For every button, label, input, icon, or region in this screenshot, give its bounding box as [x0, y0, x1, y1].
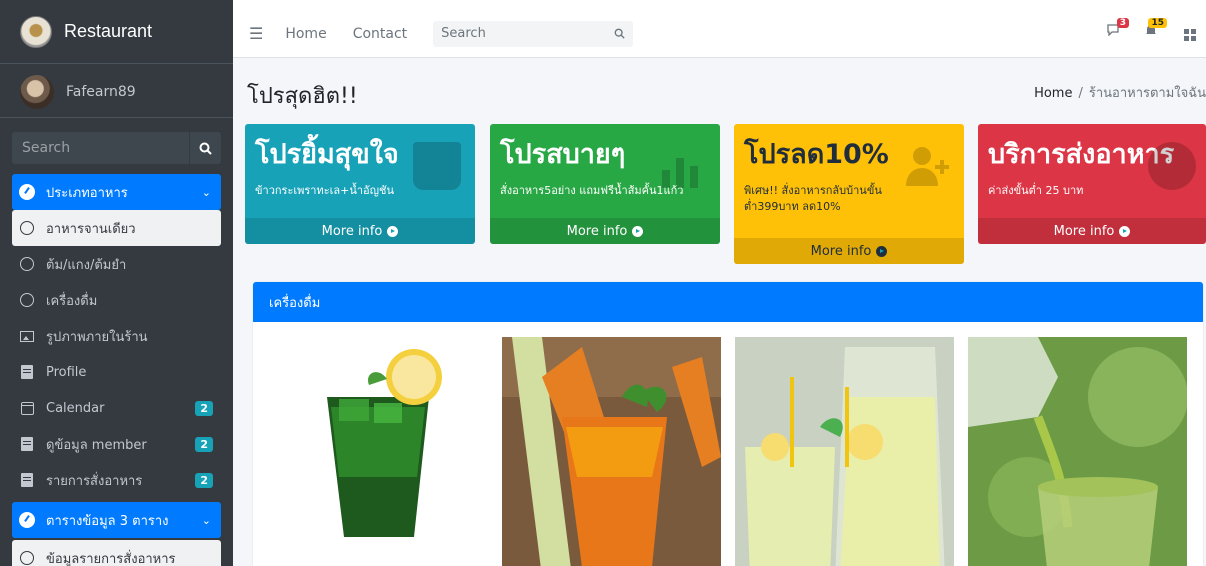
- circle-icon: [20, 257, 34, 271]
- tachometer-icon: [19, 184, 35, 200]
- more-info-link[interactable]: More info: [978, 218, 1206, 244]
- sidebar-item-data-tables[interactable]: ตารางข้อมูล 3 ตาราง ⌄: [12, 502, 221, 538]
- more-info-link[interactable]: More info: [734, 238, 964, 264]
- promo-box-smile: โปรยิ้มสุขใจ ข้าวกระเพราทะเล+น้ำอัญชัน M…: [245, 124, 475, 244]
- sidebar-item-label: รูปภาพภายในร้าน: [46, 329, 148, 345]
- sidebar-item-calendar[interactable]: Calendar 2: [12, 390, 221, 426]
- book-icon: [21, 437, 33, 451]
- calendar-icon: [20, 401, 34, 415]
- arrow-circle-right-icon: [876, 245, 888, 257]
- more-info-label: More info: [1053, 223, 1115, 239]
- promo-box-relax: โปรสบายๆ สั่งอาหาร5อย่าง แถมฟรีน้ำส้มคั้…: [490, 124, 720, 244]
- sidebar-item-label: เครื่องดื่ม: [46, 293, 98, 309]
- sidebar-search-input[interactable]: Search: [12, 132, 189, 164]
- tachometer-icon: [19, 512, 35, 528]
- brand-title: Restaurant: [64, 21, 153, 41]
- sidebar-item-label: ตารางข้อมูล 3 ตาราง: [46, 513, 169, 529]
- breadcrumb: Home / ร้านอาหารตามใจฉัน: [1034, 86, 1206, 101]
- sidebar-item-label: ข้อมูลรายการสั่งอาหาร: [46, 551, 176, 566]
- bar-chart-icon: [658, 142, 706, 190]
- drink-photo-green-juice[interactable]: [968, 337, 1187, 566]
- sidebar-item-order-data[interactable]: ข้อมูลรายการสั่งอาหาร: [12, 540, 221, 566]
- grid-apps-icon[interactable]: [1184, 22, 1196, 41]
- avatar: [20, 74, 54, 109]
- notifications-badge: 15: [1148, 17, 1167, 28]
- shopping-bag-icon: [413, 142, 461, 190]
- search-icon: [199, 142, 212, 155]
- nav-link-home[interactable]: Home: [285, 26, 326, 42]
- circle-icon: [20, 221, 34, 235]
- drink-photo-green-tea[interactable]: [269, 337, 488, 566]
- messages-badge: 3: [1116, 18, 1129, 28]
- sidebar-item-label: ประเภทอาหาร: [46, 185, 128, 201]
- sidebar-item-label: ดูข้อมูล member: [46, 437, 147, 453]
- badge: 2: [195, 472, 213, 488]
- more-info-label: More info: [566, 223, 628, 239]
- book-icon: [21, 365, 33, 379]
- brand-logo: [20, 15, 52, 48]
- sidebar-item-profile[interactable]: Profile: [12, 354, 221, 390]
- sidebar-search-button[interactable]: [189, 132, 221, 164]
- promo-box-discount: โปรลด10% พิเศษ!! สั่งอาหารกลับบ้านขั้นต่…: [734, 124, 964, 264]
- chevron-down-icon: ⌄: [201, 513, 211, 527]
- sidebar: Restaurant Fafearn89 Search ประเภทอาหาร …: [0, 0, 233, 566]
- drinks-gallery: [253, 322, 1203, 566]
- more-info-link[interactable]: More info: [490, 218, 720, 244]
- circle-icon: [20, 551, 34, 565]
- drink-photo-carrot-juice[interactable]: [502, 337, 721, 566]
- more-info-label: More info: [810, 243, 872, 259]
- sidebar-item-drinks[interactable]: เครื่องดื่ม: [12, 282, 221, 318]
- card-title: เครื่องดื่ม: [253, 282, 1203, 322]
- sidebar-item-label: รายการสั่งอาหาร: [46, 473, 143, 489]
- badge: 2: [195, 400, 213, 416]
- sidebar-item-food-types[interactable]: ประเภทอาหาร ⌄: [12, 174, 221, 210]
- navbar-search-placeholder: Search: [441, 26, 486, 41]
- sidebar-item-label: ต้ม/แกง/ต้มยำ: [46, 257, 127, 273]
- drinks-card: เครื่องดื่ม: [253, 282, 1203, 566]
- sidebar-search: Search: [12, 132, 221, 164]
- pie-chart-icon: [1148, 142, 1196, 190]
- search-icon[interactable]: [614, 28, 625, 39]
- image-icon: [20, 330, 34, 342]
- nav-link-contact[interactable]: Contact: [353, 26, 407, 42]
- sidebar-menu: ประเภทอาหาร ⌄ อาหารจานเดียว ต้ม/แกง/ต้มย…: [0, 174, 233, 566]
- sidebar-item-label: อาหารจานเดียว: [46, 221, 136, 237]
- promo-text: พิเศษ!! สั่งอาหารกลับบ้านขั้นต่ำ399บาท ล…: [744, 184, 882, 213]
- user-panel[interactable]: Fafearn89: [0, 66, 233, 118]
- top-navbar: ☰ Home Contact Search 3 15: [233, 0, 1206, 58]
- promo-box-delivery: บริการส่งอาหาร ค่าส่งขั้นต่ำ 25 บาท More…: [978, 124, 1206, 244]
- user-plus-icon: [902, 142, 950, 190]
- user-name[interactable]: Fafearn89: [66, 84, 136, 100]
- arrow-circle-right-icon: [1119, 225, 1131, 237]
- page-title: โปรสุดฮิต!!: [247, 84, 358, 109]
- sidebar-item-orders[interactable]: รายการสั่งอาหาร 2: [12, 462, 221, 498]
- breadcrumb-home[interactable]: Home: [1034, 86, 1072, 101]
- sidebar-item-gallery[interactable]: รูปภาพภายในร้าน: [12, 318, 221, 354]
- arrow-circle-right-icon: [387, 225, 399, 237]
- brand-link[interactable]: Restaurant: [0, 0, 233, 64]
- sidebar-item-members[interactable]: ดูข้อมูล member 2: [12, 426, 221, 462]
- arrow-circle-right-icon: [632, 225, 644, 237]
- sidebar-item-soups[interactable]: ต้ม/แกง/ต้มยำ: [12, 246, 221, 282]
- sidebar-item-single-dish[interactable]: อาหารจานเดียว: [12, 210, 221, 246]
- notifications-icon[interactable]: 15: [1144, 17, 1167, 41]
- breadcrumb-current: ร้านอาหารตามใจฉัน: [1088, 86, 1206, 101]
- sidebar-item-label: Profile: [46, 364, 87, 380]
- circle-icon: [20, 293, 34, 307]
- book-icon: [21, 473, 33, 487]
- navbar-right: 3 15: [1106, 17, 1196, 41]
- sidebar-item-label: Calendar: [46, 400, 105, 416]
- drink-photo-lemonade[interactable]: [735, 337, 954, 566]
- navbar-search-input[interactable]: Search: [433, 20, 634, 47]
- menu-toggle-icon[interactable]: ☰: [249, 24, 263, 43]
- badge: 2: [195, 436, 213, 452]
- more-info-label: More info: [321, 223, 383, 239]
- more-info-link[interactable]: More info: [245, 218, 475, 244]
- messages-icon[interactable]: 3: [1106, 18, 1129, 40]
- chevron-down-icon: ⌄: [201, 185, 211, 199]
